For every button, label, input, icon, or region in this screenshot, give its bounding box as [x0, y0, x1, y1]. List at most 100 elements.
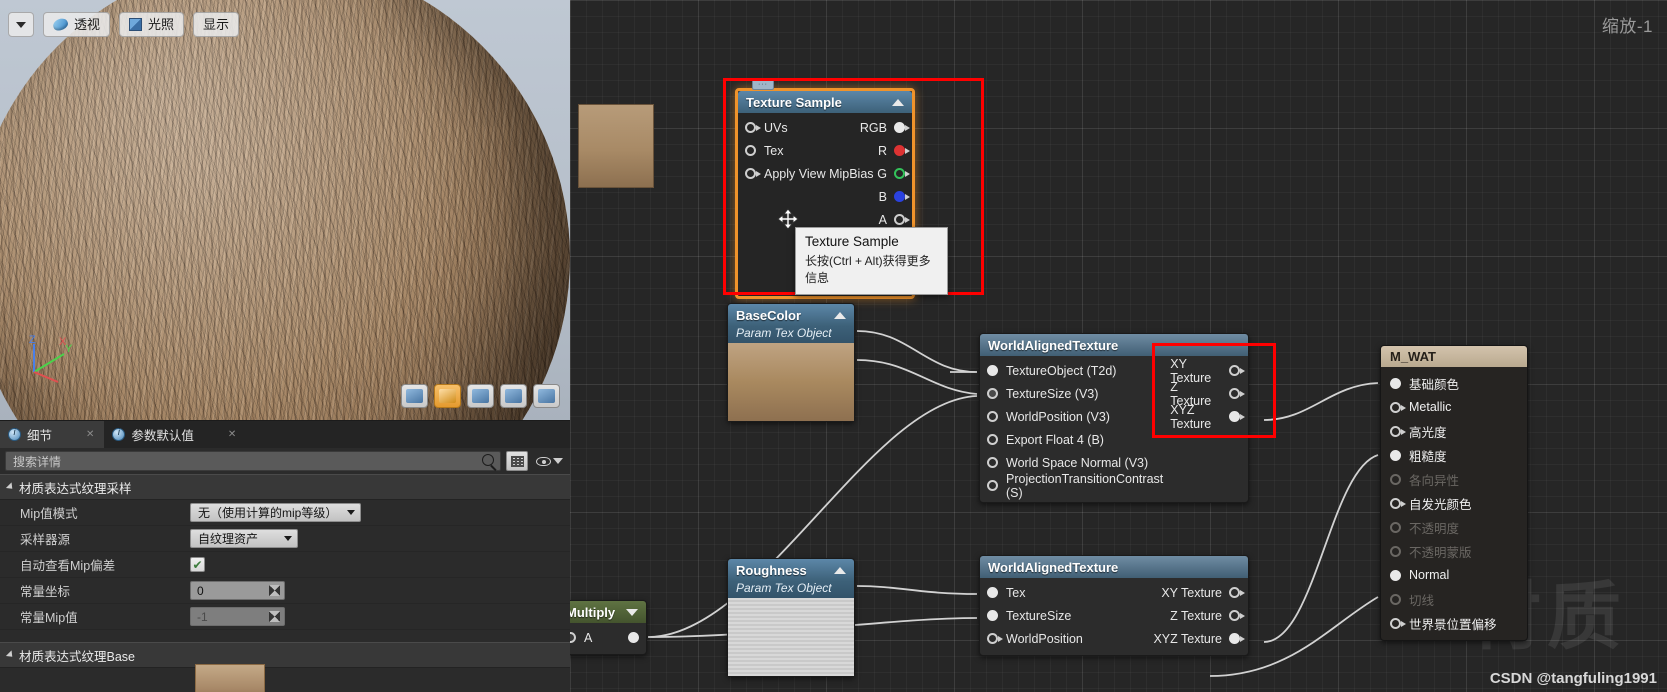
- input-label: 高光度: [1409, 425, 1447, 440]
- input-pin-icon[interactable]: [1390, 569, 1401, 581]
- texture-thumbnail[interactable]: [195, 664, 265, 692]
- node-title-bar[interactable]: WorldAlignedTexture: [980, 556, 1248, 578]
- node-world-aligned-texture-1[interactable]: WorldAlignedTexture TextureObject (T2d) …: [979, 333, 1249, 503]
- node-world-aligned-texture-2[interactable]: WorldAlignedTexture Tex TextureSize Worl…: [979, 555, 1249, 656]
- input-pin-icon[interactable]: [745, 145, 756, 156]
- node-texture-preview[interactable]: [578, 104, 654, 188]
- input-pin-icon[interactable]: [1390, 401, 1406, 413]
- input-pin-icon[interactable]: [1390, 377, 1401, 389]
- output-pin-icon[interactable]: [1229, 587, 1245, 598]
- tab-parameter-defaults[interactable]: 参数默认值 ✕: [104, 421, 246, 448]
- close-icon[interactable]: ✕: [228, 429, 236, 440]
- input-pin-icon[interactable]: [987, 411, 998, 422]
- node-comment-badge[interactable]: ···: [752, 78, 774, 90]
- node-title-bar[interactable]: Texture Sample: [738, 91, 912, 113]
- node-texture-preview[interactable]: [728, 343, 854, 421]
- node-row-xyz-texture: XYZ Texture: [1170, 403, 1248, 431]
- input-pin-icon[interactable]: [1390, 617, 1406, 629]
- viewport-icon-4[interactable]: [500, 384, 527, 408]
- pin-group-left: WorldPosition (V3): [987, 410, 1110, 424]
- input-pin-icon[interactable]: [570, 632, 576, 643]
- input-pin-icon[interactable]: [987, 587, 998, 598]
- expand-icon[interactable]: [626, 608, 638, 616]
- show-button[interactable]: 显示: [193, 12, 240, 37]
- input-pin-icon[interactable]: [1390, 473, 1401, 485]
- perspective-button[interactable]: 透视: [43, 12, 111, 37]
- input-label: 自发光颜色: [1409, 497, 1472, 512]
- node-inputs: Tex TextureSize WorldPosition: [980, 581, 1140, 650]
- input-pin-icon[interactable]: [987, 633, 1003, 644]
- tab-details[interactable]: 细节 ✕: [0, 421, 105, 448]
- output-pin-icon[interactable]: [1229, 411, 1245, 422]
- viewport-icon-5[interactable]: [533, 384, 560, 408]
- input-pin-icon[interactable]: [987, 388, 998, 399]
- material-graph-canvas[interactable]: 缩放-1 材质 ··· Texture Sample UVs RGB Tex R…: [570, 0, 1667, 692]
- output-pin-icon[interactable]: [628, 632, 639, 643]
- node-row-texturesize: TextureSize (V3): [980, 382, 1170, 405]
- const-mip-value-input[interactable]: -1: [190, 607, 285, 626]
- node-title-bar[interactable]: Roughness: [728, 559, 854, 581]
- output-label: B: [878, 189, 887, 204]
- node-roughness[interactable]: Roughness Param Tex Object: [727, 558, 855, 677]
- const-coordinate-input[interactable]: 0: [190, 581, 285, 600]
- output-pin-icon[interactable]: [1229, 388, 1245, 399]
- viewport-options-button[interactable]: [8, 12, 34, 37]
- input-pin-icon[interactable]: [987, 457, 998, 468]
- output-pin-icon-green[interactable]: [894, 168, 910, 179]
- input-pin-icon[interactable]: [987, 480, 998, 491]
- node-body: TextureObject (T2d) TextureSize (V3) Wor…: [980, 356, 1248, 502]
- lit-button[interactable]: 光照: [119, 12, 185, 37]
- expand-triangle-icon: [5, 482, 16, 492]
- output-pin-icon[interactable]: [1229, 365, 1245, 376]
- visibility-filter-button[interactable]: [533, 451, 565, 471]
- node-m-wat-material-output[interactable]: M_WAT 基础颜色 Metallic 高光度 粗糙度 各向异性 自发光颜色 不…: [1380, 345, 1528, 641]
- input-pin-icon[interactable]: [987, 610, 998, 621]
- spinner-icon[interactable]: [269, 611, 280, 622]
- node-row-anisotropy: 各向异性: [1381, 467, 1527, 491]
- input-label: Tex: [1006, 585, 1026, 600]
- search-input[interactable]: 搜索详情: [5, 451, 501, 471]
- viewport-icon-1[interactable]: [401, 384, 428, 408]
- input-pin-icon[interactable]: [1390, 497, 1406, 509]
- material-preview-viewport[interactable]: 透视 光照 显示 Y Z X: [0, 0, 570, 420]
- node-basecolor[interactable]: BaseColor Param Tex Object: [727, 303, 855, 422]
- input-pin-icon[interactable]: [745, 122, 761, 133]
- node-title-bar[interactable]: BaseColor: [728, 304, 854, 326]
- input-pin-icon[interactable]: [987, 434, 998, 445]
- chevron-down-icon: [284, 536, 292, 541]
- input-pin-icon[interactable]: [987, 365, 998, 376]
- node-texture-preview[interactable]: [728, 598, 854, 676]
- collapse-icon[interactable]: [834, 566, 846, 574]
- output-pin-icon[interactable]: [894, 122, 910, 133]
- node-row-opacity: 不透明度: [1381, 515, 1527, 539]
- sampler-source-dropdown[interactable]: 自纹理资产: [190, 529, 298, 548]
- spinner-icon[interactable]: [269, 585, 280, 596]
- node-outputs: XY Texture Z Texture XYZ Texture: [1140, 581, 1248, 650]
- category-header-texture-sample[interactable]: 材质表达式纹理采样: [0, 474, 570, 500]
- input-pin-icon[interactable]: [1390, 425, 1406, 437]
- node-title-bar[interactable]: M_WAT: [1381, 346, 1527, 367]
- node-title-bar[interactable]: WorldAlignedTexture: [980, 334, 1248, 356]
- property-value: 自纹理资产: [185, 529, 570, 548]
- output-pin-icon[interactable]: [1229, 633, 1245, 644]
- input-pin-icon[interactable]: [1390, 521, 1401, 533]
- node-title-bar[interactable]: Multiply: [570, 601, 646, 623]
- viewport-icon-2-active[interactable]: [434, 384, 461, 408]
- output-pin-icon-red[interactable]: [894, 145, 910, 156]
- input-pin-icon[interactable]: [1390, 593, 1401, 605]
- input-pin-icon[interactable]: [745, 168, 761, 179]
- close-icon[interactable]: ✕: [86, 429, 94, 440]
- input-pin-icon[interactable]: [1390, 449, 1401, 461]
- output-pin-icon-blue[interactable]: [894, 191, 910, 202]
- node-row-apply-view-mipbias: Apply View MipBias G: [738, 162, 912, 185]
- auto-view-mip-bias-checkbox[interactable]: ✔: [190, 557, 205, 572]
- collapse-icon[interactable]: [892, 98, 904, 106]
- grid-view-button[interactable]: [506, 451, 528, 471]
- input-pin-icon[interactable]: [1390, 545, 1401, 557]
- node-multiply[interactable]: Multiply A: [570, 600, 647, 655]
- collapse-icon[interactable]: [834, 311, 846, 319]
- viewport-icon-3[interactable]: [467, 384, 494, 408]
- output-pin-icon-alpha[interactable]: [894, 214, 910, 225]
- mip-value-mode-dropdown[interactable]: 无（使用计算的mip等级）: [190, 503, 362, 522]
- output-pin-icon[interactable]: [1229, 610, 1245, 621]
